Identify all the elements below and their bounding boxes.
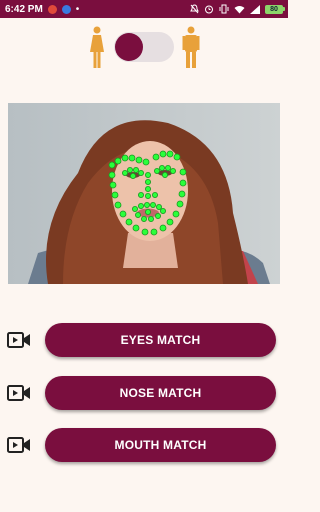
mouth-match-button[interactable]: MOUTH MATCH bbox=[45, 428, 276, 462]
status-time: 6:42 PM bbox=[5, 3, 43, 15]
male-figure-icon[interactable] bbox=[182, 26, 200, 70]
mute-icon bbox=[190, 4, 199, 14]
status-bar: 6:42 PM • 80 bbox=[0, 0, 288, 18]
signal-icon bbox=[250, 4, 260, 14]
gender-toggle[interactable] bbox=[114, 32, 174, 62]
video-camera-icon[interactable] bbox=[7, 385, 31, 401]
eyes-match-row: EYES MATCH bbox=[0, 323, 288, 357]
nose-match-row: NOSE MATCH bbox=[0, 376, 288, 410]
toggle-knob bbox=[115, 33, 143, 61]
vibrate-icon bbox=[219, 4, 229, 14]
alarm-icon bbox=[205, 5, 213, 14]
mouth-match-row: MOUTH MATCH bbox=[0, 428, 288, 462]
messenger-icon bbox=[61, 4, 71, 14]
female-figure-icon[interactable] bbox=[88, 26, 106, 70]
eyes-match-button[interactable]: EYES MATCH bbox=[45, 323, 276, 357]
face-photo-image bbox=[8, 103, 280, 284]
video-camera-icon[interactable] bbox=[7, 332, 31, 348]
battery-indicator: 80 bbox=[265, 4, 285, 14]
gender-selector bbox=[0, 26, 288, 72]
face-photo bbox=[8, 103, 280, 284]
more-notifications-icon: • bbox=[75, 3, 80, 15]
nose-match-button[interactable]: NOSE MATCH bbox=[45, 376, 276, 410]
battery-level: 80 bbox=[270, 5, 278, 13]
wifi-icon bbox=[234, 5, 245, 13]
video-camera-icon[interactable] bbox=[7, 437, 31, 453]
notification-app-icon bbox=[47, 4, 57, 14]
